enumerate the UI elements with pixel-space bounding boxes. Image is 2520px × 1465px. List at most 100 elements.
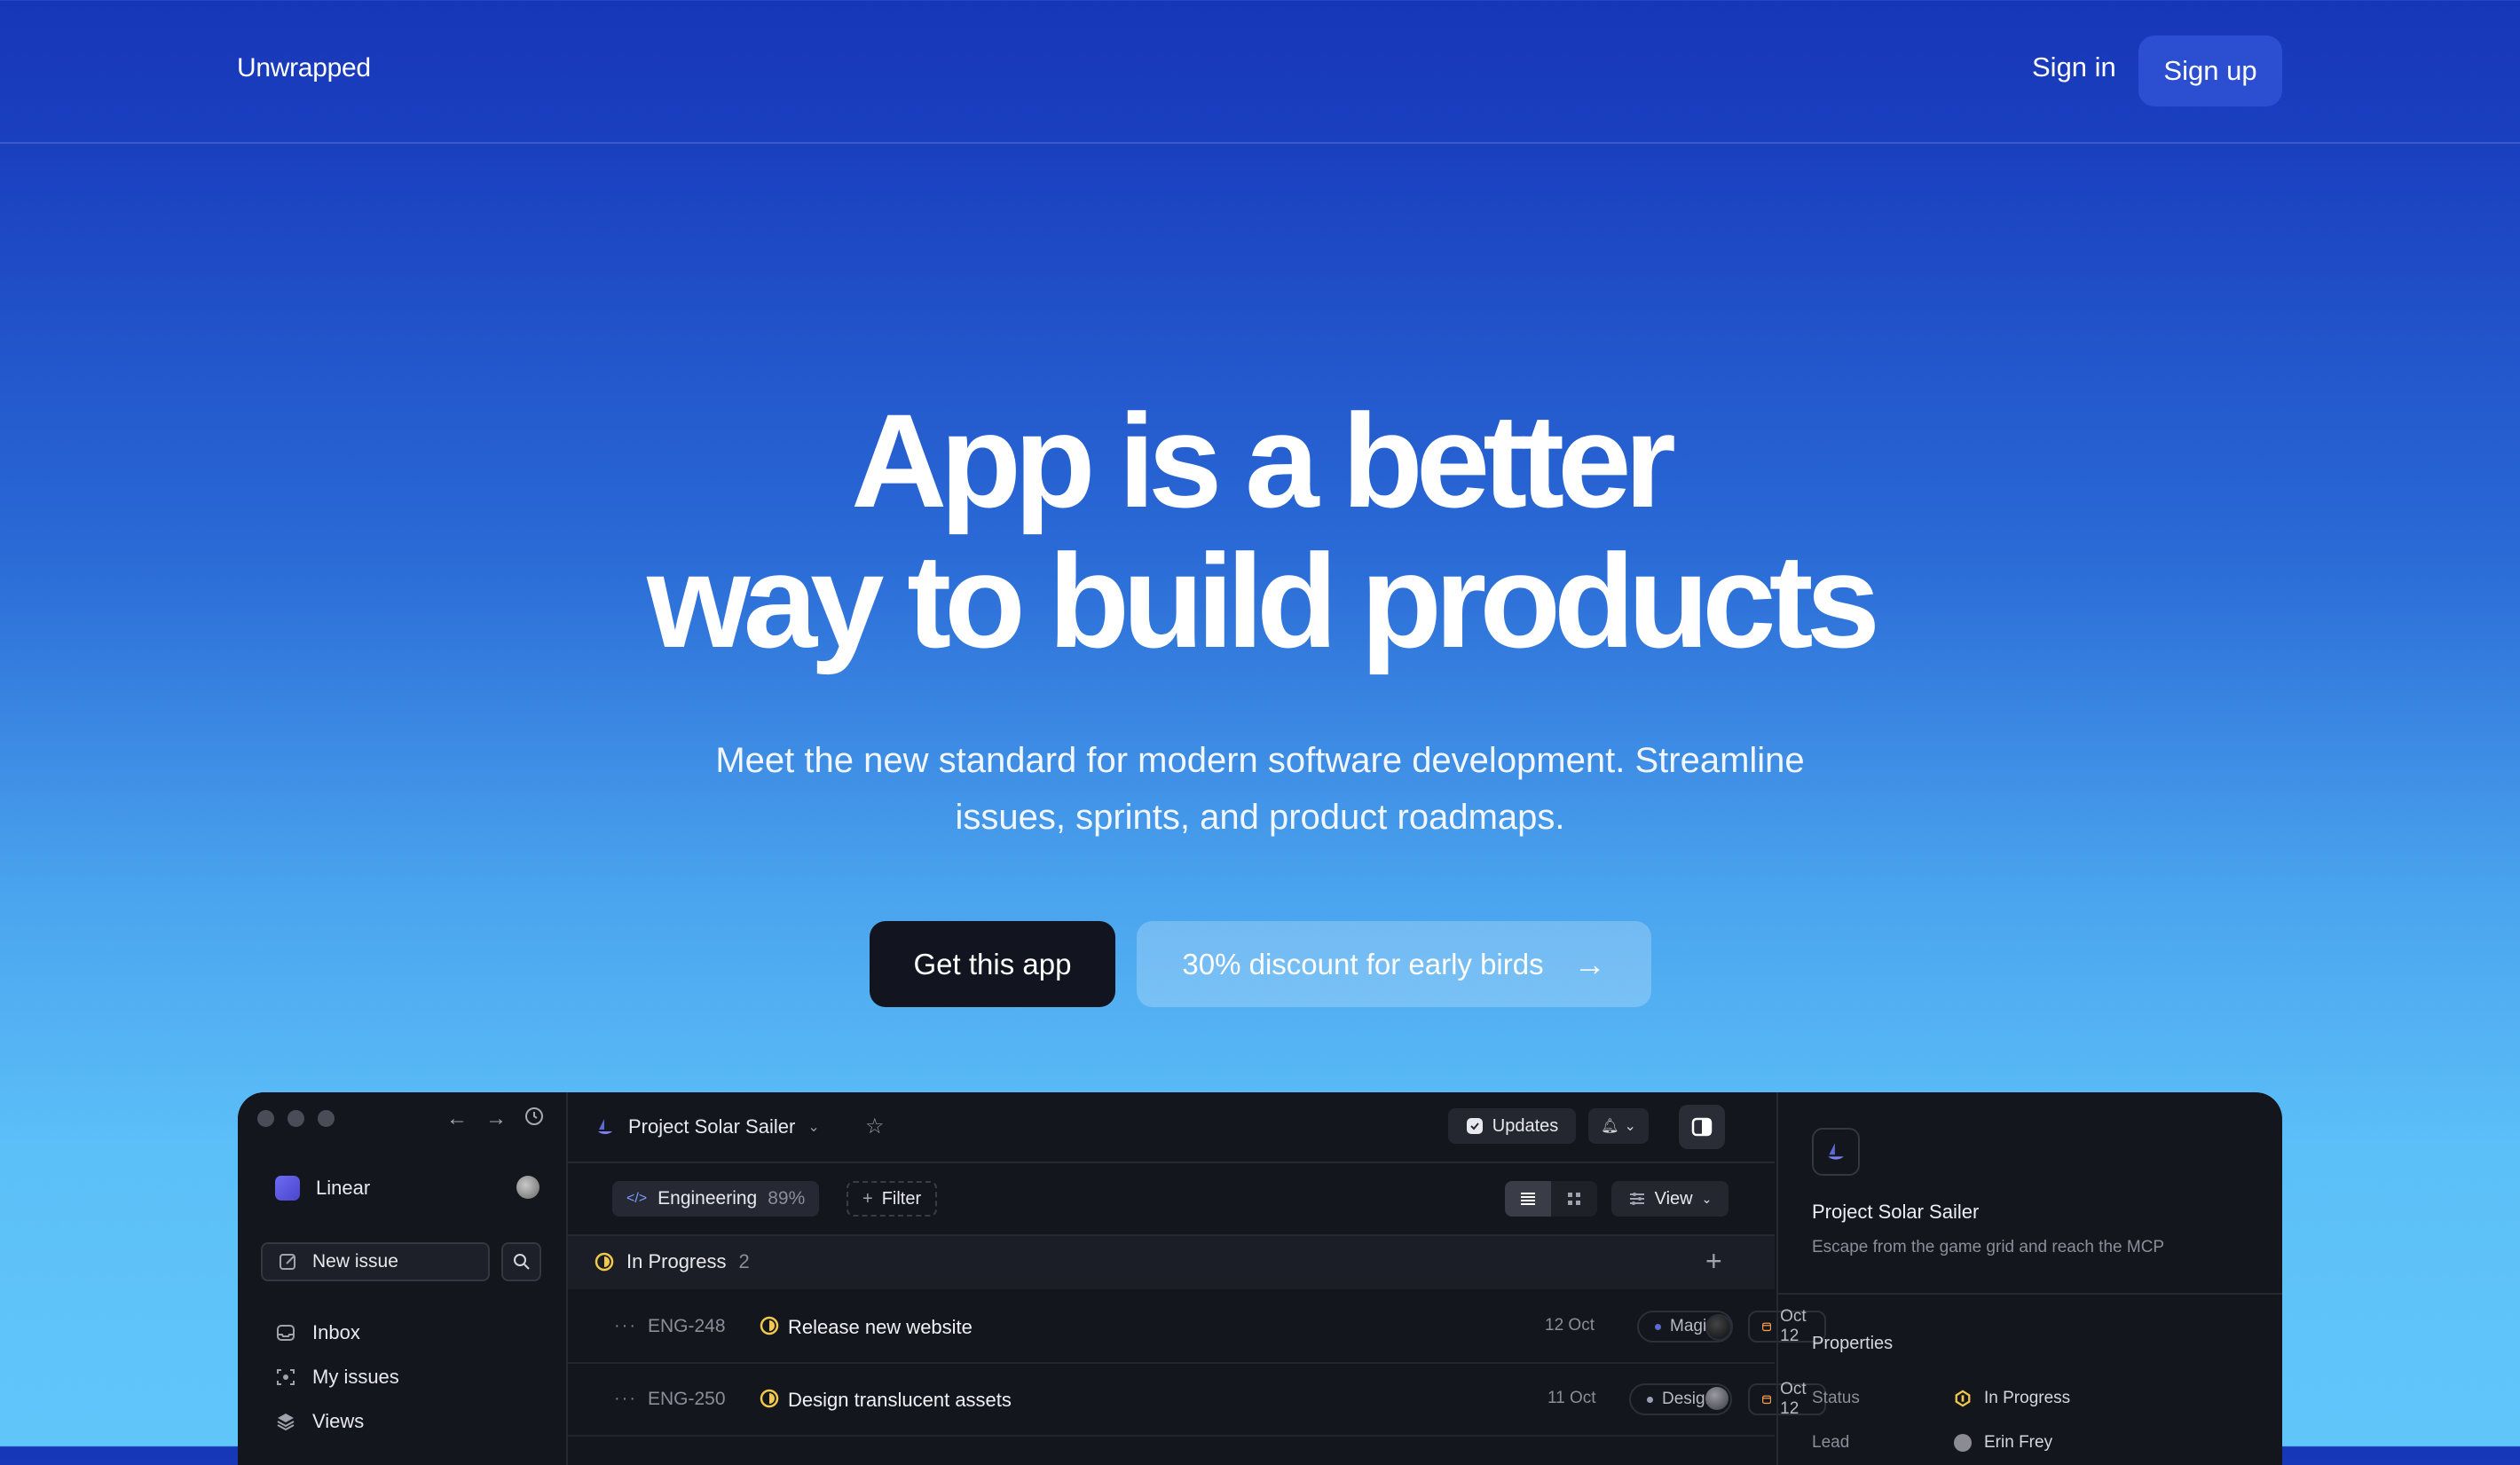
brand-logo[interactable]: Unwrapped xyxy=(237,53,371,83)
label-dot xyxy=(1647,1396,1653,1403)
lead-avatar xyxy=(1954,1434,1972,1452)
lead-value[interactable]: Erin Frey xyxy=(1954,1433,2052,1453)
chevron-down-icon: ⌄ xyxy=(807,1120,820,1135)
group-count: 2 xyxy=(738,1250,750,1272)
group-label[interactable]: In Progress 2 xyxy=(595,1250,750,1273)
maximize-window-dot[interactable] xyxy=(318,1110,335,1127)
toggle-panel-button[interactable] xyxy=(1679,1105,1725,1149)
issue-title: Design translucent assets xyxy=(788,1389,1012,1411)
compose-icon xyxy=(280,1254,295,1270)
add-issue-plus-icon[interactable]: + xyxy=(1705,1245,1722,1278)
sailboat-icon xyxy=(598,1119,612,1134)
status-value[interactable]: In Progress xyxy=(1954,1389,2070,1408)
project-title[interactable]: Project Solar Sailer xyxy=(1812,1201,1979,1224)
discount-button[interactable]: 30% discount for early birds → xyxy=(1137,921,1651,1007)
group-name: In Progress xyxy=(626,1250,727,1272)
calendar-icon xyxy=(1762,1322,1772,1332)
updates-label: Updates xyxy=(1492,1115,1559,1136)
chevron-down-icon: ⌄ xyxy=(1701,1191,1713,1206)
status-key: Status xyxy=(1812,1389,1860,1407)
app-preview-window: ← → Linear New issue Inbox My issues Vie… xyxy=(238,1092,2282,1465)
sidebar-item-label: Inbox xyxy=(312,1321,360,1343)
hero-subtitle-line-1: Meet the new standard for modern softwar… xyxy=(715,741,1805,780)
assignee-avatar[interactable] xyxy=(1705,1314,1732,1341)
new-issue-button[interactable]: New issue xyxy=(261,1242,490,1281)
lead-key: Lead xyxy=(1812,1433,1850,1452)
add-filter-button[interactable]: + Filter xyxy=(847,1181,938,1217)
lead-name: Erin Frey xyxy=(1984,1433,2053,1452)
hero-title: App is a better way to build products xyxy=(0,390,2520,671)
view-options-button[interactable]: View ⌄ xyxy=(1611,1181,1729,1217)
hero-subtitle-line-2: issues, sprints, and product roadmaps. xyxy=(955,798,1565,837)
sidebar: ← → Linear New issue Inbox My issues Vie… xyxy=(238,1092,568,1465)
assignee-avatar[interactable] xyxy=(1705,1387,1729,1410)
code-icon: </> xyxy=(626,1191,648,1206)
more-menu-icon[interactable]: ··· xyxy=(614,1389,637,1409)
in-progress-icon[interactable] xyxy=(760,1389,779,1414)
status-text: In Progress xyxy=(1984,1389,2071,1407)
bell-icon: 🔔︎ xyxy=(1601,1119,1619,1134)
in-progress-icon xyxy=(1955,1390,1971,1407)
chevron-down-icon: ⌄ xyxy=(1624,1119,1636,1134)
get-app-button[interactable]: Get this app xyxy=(870,921,1115,1007)
sidebar-item-views[interactable]: Views xyxy=(275,1410,364,1433)
forward-arrow-icon[interactable]: → xyxy=(485,1107,507,1132)
project-detail-panel: Project Solar Sailer Escape from the gam… xyxy=(1776,1092,2282,1465)
sidebar-item-inbox[interactable]: Inbox xyxy=(275,1321,360,1344)
sliders-icon xyxy=(1629,1193,1644,1205)
close-window-dot[interactable] xyxy=(257,1110,274,1127)
user-avatar[interactable] xyxy=(516,1176,539,1199)
hero-subtitle: Meet the new standard for modern softwar… xyxy=(639,732,1881,846)
board-view-icon[interactable] xyxy=(1551,1181,1597,1217)
notifications-button[interactable]: 🔔︎ ⌄ xyxy=(1588,1108,1649,1144)
project-selector[interactable]: Project Solar Sailer ⌄ xyxy=(595,1115,820,1138)
main-panel: Project Solar Sailer ⌄ ☆ Updates 🔔︎ ⌄ </… xyxy=(568,1092,1826,1465)
project-icon[interactable] xyxy=(1812,1128,1860,1176)
sign-up-button[interactable]: Sign up xyxy=(2138,35,2282,106)
list-view-icon[interactable] xyxy=(1505,1181,1551,1217)
minimize-window-dot[interactable] xyxy=(287,1110,304,1127)
search-button[interactable] xyxy=(501,1242,541,1281)
inbox-icon xyxy=(275,1322,296,1343)
filter-label: Filter xyxy=(881,1188,922,1209)
layers-icon xyxy=(275,1411,296,1432)
top-nav: Unwrapped Sign in Sign up xyxy=(0,0,2520,144)
layout-toggle xyxy=(1505,1181,1597,1217)
back-arrow-icon[interactable]: ← xyxy=(446,1107,468,1132)
hero-title-line-2: way to build products xyxy=(646,526,1880,675)
workspace-name: Linear xyxy=(316,1177,371,1199)
sidebar-item-label: Views xyxy=(312,1410,365,1432)
team-progress: 89% xyxy=(768,1188,806,1209)
updates-icon xyxy=(1466,1118,1483,1134)
properties-heading: Properties xyxy=(1812,1334,1894,1353)
arrow-right-icon: → xyxy=(1573,945,1606,982)
workspace-logo-icon xyxy=(275,1176,300,1201)
search-icon xyxy=(513,1254,530,1270)
in-progress-icon xyxy=(595,1252,614,1272)
sidebar-item-my-issues[interactable]: My issues xyxy=(275,1366,399,1389)
more-menu-icon[interactable]: ··· xyxy=(614,1316,637,1336)
calendar-icon xyxy=(1762,1395,1772,1405)
issue-id: ENG-250 xyxy=(648,1389,726,1409)
my-issues-icon xyxy=(275,1367,296,1388)
history-clock-icon[interactable] xyxy=(524,1107,544,1132)
sign-in-link[interactable]: Sign in xyxy=(2032,51,2116,83)
team-filter-chip[interactable]: </> Engineering 89% xyxy=(612,1181,820,1217)
project-description[interactable]: Escape from the game grid and reach the … xyxy=(1812,1238,2164,1257)
workspace-switcher[interactable]: Linear xyxy=(275,1176,370,1201)
window-controls xyxy=(257,1110,335,1127)
issue-title: Release new website xyxy=(788,1316,973,1338)
divider xyxy=(1778,1293,2282,1295)
created-date: 11 Oct xyxy=(1547,1389,1596,1407)
new-issue-label: New issue xyxy=(312,1251,398,1272)
sidebar-toggle-icon xyxy=(1691,1117,1713,1137)
label-dot xyxy=(1655,1323,1661,1330)
view-label: View xyxy=(1654,1188,1693,1209)
updates-button[interactable]: Updates xyxy=(1448,1108,1576,1144)
plus-icon: + xyxy=(862,1188,873,1209)
in-progress-icon[interactable] xyxy=(760,1316,779,1341)
discount-label: 30% discount for early birds xyxy=(1182,947,1544,981)
favorite-star-icon[interactable]: ☆ xyxy=(865,1114,885,1139)
sidebar-item-label: My issues xyxy=(312,1366,399,1388)
history-controls: ← → xyxy=(446,1107,544,1132)
